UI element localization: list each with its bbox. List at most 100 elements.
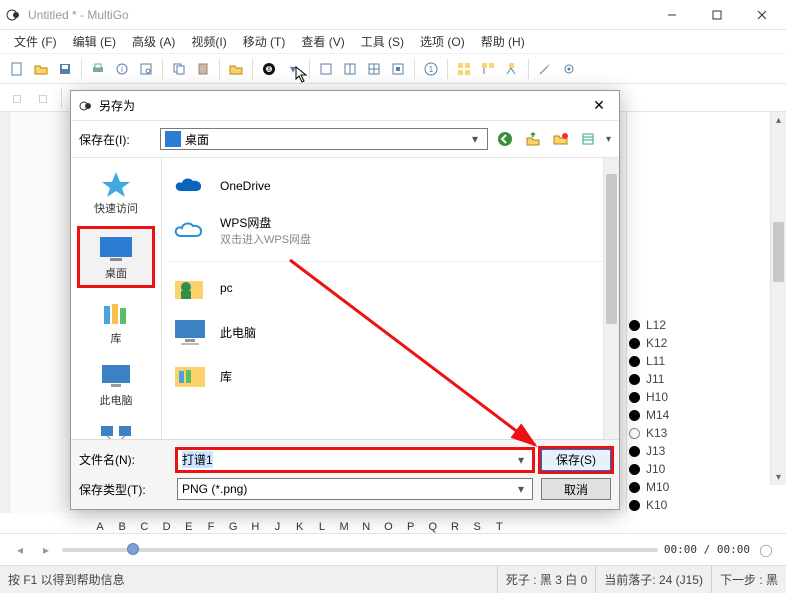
paste-icon[interactable]	[192, 58, 214, 80]
print-icon[interactable]	[87, 58, 109, 80]
grid3-icon[interactable]	[363, 58, 385, 80]
time-slider[interactable]	[62, 548, 658, 552]
side-panel: L12K12L11J11H10M14K13J13J10M10K10J15 ▴ ▾	[626, 112, 786, 513]
place-libraries[interactable]: 库	[77, 294, 155, 350]
filename-label: 文件名(N):	[79, 451, 169, 468]
place-quickaccess[interactable]: 快速访问	[77, 164, 155, 220]
file-label: WPS网盘	[220, 214, 311, 231]
cloud-outline-icon	[172, 215, 210, 247]
ball8-icon[interactable]: 8	[258, 58, 280, 80]
library-folder-icon	[172, 360, 210, 392]
move-label: K13	[646, 426, 667, 440]
file-item-wps[interactable]: WPS网盘 双击进入WPS网盘	[168, 208, 613, 253]
nav-newfolder-icon[interactable]	[550, 128, 572, 150]
move-row[interactable]: J13	[629, 442, 774, 460]
stone-icon	[629, 446, 640, 457]
menu-file[interactable]: 文件 (F)	[6, 31, 65, 52]
file-item-pc[interactable]: pc	[168, 266, 613, 310]
place-label: 库	[111, 330, 122, 346]
nav-back-icon[interactable]	[494, 128, 516, 150]
move-row[interactable]: K12	[629, 334, 774, 352]
file-item-libraries[interactable]: 库	[168, 354, 613, 398]
move-row[interactable]: L11	[629, 352, 774, 370]
place-desktop[interactable]: 桌面	[77, 226, 155, 288]
coord-letter: O	[382, 521, 394, 533]
menu-options[interactable]: 选项 (O)	[412, 31, 473, 52]
place-network[interactable]: 网络	[77, 418, 155, 439]
play-prev-icon[interactable]: ◂	[10, 540, 30, 560]
file-label: OneDrive	[220, 179, 271, 193]
move-row[interactable]: J11	[629, 370, 774, 388]
menu-help[interactable]: 帮助 (H)	[473, 31, 533, 52]
slider-knob[interactable]	[127, 543, 139, 555]
preview-icon[interactable]	[135, 58, 157, 80]
minimize-button[interactable]	[649, 0, 694, 30]
info-icon[interactable]: i	[111, 58, 133, 80]
grid1-icon[interactable]	[315, 58, 337, 80]
move-list: L12K12L11J11H10M14K13J13J10M10K10J15	[627, 312, 776, 513]
coord-letter: F	[205, 521, 217, 533]
cancel-button[interactable]: 取消	[541, 478, 611, 500]
save-button[interactable]: 保存(S)	[541, 449, 611, 471]
tree2-icon[interactable]	[477, 58, 499, 80]
place-label: 此电脑	[100, 392, 133, 408]
file-item-thispc[interactable]: 此电脑	[168, 310, 613, 354]
filelist-scroll-thumb[interactable]	[606, 174, 617, 324]
wand-icon[interactable]	[534, 58, 556, 80]
stone-icon	[629, 428, 640, 439]
grid4-icon[interactable]	[387, 58, 409, 80]
file-list[interactable]: OneDrive WPS网盘 双击进入WPS网盘 pc 此电脑 库	[161, 158, 619, 439]
folder-icon[interactable]	[225, 58, 247, 80]
scroll-thumb[interactable]	[773, 222, 784, 282]
chevron-down-icon[interactable]: ▾	[512, 450, 530, 470]
move-row[interactable]: L12	[629, 316, 774, 334]
tb2-2-icon[interactable]: ◻	[32, 87, 54, 109]
dialog-close-button[interactable]: ✕	[587, 94, 611, 118]
file-item-onedrive[interactable]: OneDrive	[168, 164, 613, 208]
tb2-1-icon[interactable]: ◻	[6, 87, 28, 109]
move-row[interactable]: M10	[629, 478, 774, 496]
menu-move[interactable]: 移动 (T)	[235, 31, 294, 52]
vol-icon[interactable]: ◯	[756, 540, 776, 560]
menu-tools[interactable]: 工具 (S)	[353, 31, 412, 52]
move-row[interactable]: H10	[629, 388, 774, 406]
menu-video[interactable]: 视频(I)	[183, 31, 234, 52]
save-icon[interactable]	[54, 58, 76, 80]
savein-select[interactable]: 桌面 ▾	[160, 128, 488, 150]
tree1-icon[interactable]	[453, 58, 475, 80]
scroll-up-icon[interactable]: ▴	[771, 112, 786, 128]
dialog-icon	[79, 99, 93, 113]
chevron-down-icon[interactable]: ▾	[467, 132, 483, 146]
copy-icon[interactable]	[168, 58, 190, 80]
dropdown-arrow-icon[interactable]: ▾	[282, 58, 304, 80]
menu-edit[interactable]: 编辑 (E)	[65, 31, 124, 52]
dialog-body: 快速访问 桌面 库 此电脑 网络 OneDrive	[71, 157, 619, 439]
num1-icon[interactable]: 1	[420, 58, 442, 80]
place-thispc[interactable]: 此电脑	[77, 356, 155, 412]
scroll-down-icon[interactable]: ▾	[771, 469, 786, 485]
filelist-scrollbar[interactable]	[603, 158, 619, 439]
close-button[interactable]	[739, 0, 784, 30]
panel-scrollbar[interactable]: ▴ ▾	[770, 112, 786, 485]
grid2-icon[interactable]	[339, 58, 361, 80]
status-bar: 按 F1 以得到帮助信息 死子 : 黑 3 白 0 当前落子: 24 (J15)…	[0, 565, 786, 593]
filename-value: 打谱1	[182, 451, 213, 468]
chevron-down-icon[interactable]: ▾	[512, 479, 530, 499]
move-row[interactable]: J10	[629, 460, 774, 478]
maximize-button[interactable]	[694, 0, 739, 30]
open-icon[interactable]	[30, 58, 52, 80]
tree3-icon[interactable]	[501, 58, 523, 80]
nav-views-icon[interactable]	[578, 128, 600, 150]
move-row[interactable]: K13	[629, 424, 774, 442]
gear-icon[interactable]	[558, 58, 580, 80]
new-icon[interactable]	[6, 58, 28, 80]
filetype-select[interactable]: PNG (*.png) ▾	[177, 478, 533, 500]
menu-advanced[interactable]: 高级 (A)	[124, 31, 183, 52]
play-icon[interactable]: ▸	[36, 540, 56, 560]
move-row[interactable]: M14	[629, 406, 774, 424]
move-row[interactable]: K10	[629, 496, 774, 513]
menu-view[interactable]: 查看 (V)	[293, 31, 352, 52]
coord-letter: J	[272, 521, 284, 533]
filename-input[interactable]: 打谱1 ▾	[177, 449, 533, 471]
nav-up-icon[interactable]	[522, 128, 544, 150]
